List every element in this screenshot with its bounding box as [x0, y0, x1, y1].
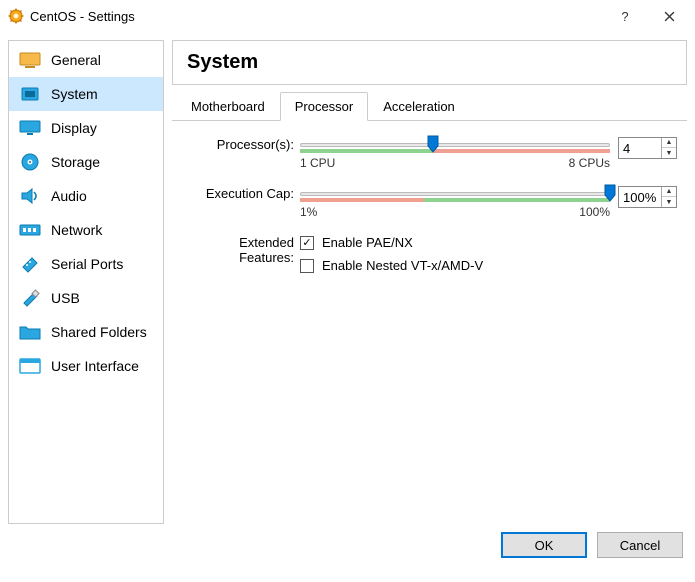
sidebar-item-label: Storage — [51, 154, 100, 170]
sidebar-item-label: Shared Folders — [51, 324, 147, 340]
app-icon — [8, 8, 24, 24]
execcap-input[interactable] — [619, 187, 661, 207]
execcap-spinner[interactable]: ▲ ▼ — [618, 186, 677, 208]
sidebar-item-display[interactable]: Display — [9, 111, 163, 145]
spin-up-icon[interactable]: ▲ — [662, 187, 676, 197]
sidebar-item-label: Display — [51, 120, 97, 136]
main-area: General System Display Storage Audio Net… — [0, 32, 695, 532]
spin-down-icon[interactable]: ▼ — [662, 197, 676, 207]
sidebar: General System Display Storage Audio Net… — [8, 40, 164, 524]
processors-spinner[interactable]: ▲ ▼ — [618, 137, 677, 159]
processors-max: 8 CPUs — [569, 156, 610, 170]
execcap-max: 100% — [579, 205, 610, 219]
processors-slider[interactable] — [300, 137, 610, 153]
sidebar-item-label: Serial Ports — [51, 256, 123, 272]
sidebar-item-shared[interactable]: Shared Folders — [9, 315, 163, 349]
sidebar-item-ui[interactable]: User Interface — [9, 349, 163, 383]
processors-label: Processor(s): — [182, 137, 300, 152]
storage-icon — [19, 153, 41, 171]
content-pane: System Motherboard Processor Acceleratio… — [172, 40, 687, 524]
sidebar-item-storage[interactable]: Storage — [9, 145, 163, 179]
tab-acceleration[interactable]: Acceleration — [368, 92, 470, 121]
close-button[interactable] — [647, 1, 691, 31]
serial-icon — [19, 255, 41, 273]
processor-panel: Processor(s): — [172, 121, 687, 313]
usb-icon — [19, 289, 41, 307]
slider-thumb[interactable] — [427, 135, 439, 153]
execcap-slider[interactable] — [300, 186, 610, 202]
audio-icon — [19, 187, 41, 205]
tab-bar: Motherboard Processor Acceleration — [172, 91, 687, 121]
display-icon — [19, 119, 41, 137]
content-header: System — [172, 40, 687, 85]
sidebar-item-general[interactable]: General — [9, 43, 163, 77]
sidebar-item-serial[interactable]: Serial Ports — [9, 247, 163, 281]
processors-row: Processor(s): — [182, 137, 677, 170]
window-title: CentOS - Settings — [30, 9, 603, 24]
spin-down-icon[interactable]: ▼ — [662, 148, 676, 158]
spin-up-icon[interactable]: ▲ — [662, 138, 676, 148]
sidebar-item-usb[interactable]: USB — [9, 281, 163, 315]
sidebar-item-label: USB — [51, 290, 80, 306]
sidebar-item-audio[interactable]: Audio — [9, 179, 163, 213]
general-icon — [19, 51, 41, 69]
sidebar-item-label: General — [51, 52, 101, 68]
extended-label: Extended Features: — [182, 235, 300, 265]
processors-min: 1 CPU — [300, 156, 335, 170]
sidebar-item-label: User Interface — [51, 358, 139, 374]
dialog-buttons: OK Cancel — [0, 532, 695, 568]
nested-label: Enable Nested VT-x/AMD-V — [322, 258, 483, 273]
execcap-label: Execution Cap: — [182, 186, 300, 201]
titlebar: CentOS - Settings ? — [0, 0, 695, 32]
sidebar-item-label: System — [51, 86, 98, 102]
pae-checkbox[interactable]: ✓ — [300, 236, 314, 250]
system-icon — [19, 85, 41, 103]
execcap-row: Execution Cap: — [182, 186, 677, 219]
tab-motherboard[interactable]: Motherboard — [176, 92, 280, 121]
pae-label: Enable PAE/NX — [322, 235, 413, 250]
slider-thumb[interactable] — [604, 184, 616, 202]
cancel-button[interactable]: Cancel — [597, 532, 683, 558]
sidebar-item-network[interactable]: Network — [9, 213, 163, 247]
sidebar-item-system[interactable]: System — [9, 77, 163, 111]
ok-button[interactable]: OK — [501, 532, 587, 558]
nested-checkbox[interactable] — [300, 259, 314, 273]
execcap-min: 1% — [300, 205, 317, 219]
sidebar-item-label: Audio — [51, 188, 87, 204]
processors-input[interactable] — [619, 138, 661, 158]
sidebar-item-label: Network — [51, 222, 102, 238]
shared-folders-icon — [19, 323, 41, 341]
page-title: System — [187, 51, 672, 74]
ui-icon — [19, 357, 41, 375]
network-icon — [19, 221, 41, 239]
extended-row: Extended Features: ✓ Enable PAE/NX Enabl… — [182, 235, 677, 281]
help-button[interactable]: ? — [603, 1, 647, 31]
tab-processor[interactable]: Processor — [280, 92, 369, 121]
